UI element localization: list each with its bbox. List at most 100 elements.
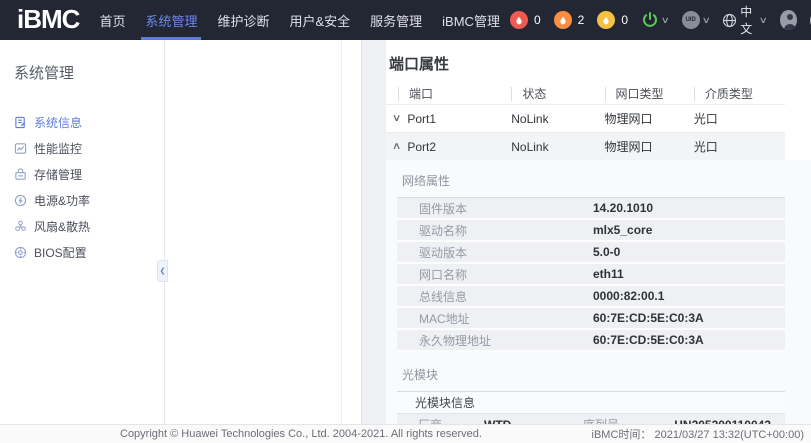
port-table-header: 端口 状态 网口类型 介质类型 [386, 83, 785, 104]
globe-icon [722, 13, 737, 28]
table-row: 网口名称 eth11 [397, 264, 785, 286]
chevron-up-icon[interactable]: ∧ [386, 141, 411, 152]
minor-alarm-count: 0 [621, 13, 628, 27]
port-type: 物理网口 [604, 138, 693, 155]
document-icon [14, 116, 27, 129]
port-status: NoLink [511, 112, 604, 126]
nav-system-management[interactable]: 系统管理 [135, 0, 207, 40]
critical-alarm-button[interactable]: 0 [510, 11, 541, 29]
sidebar-item-bios-config[interactable]: BIOS配置 [14, 239, 164, 265]
sidebar-item-system-info[interactable]: 系统信息 [14, 109, 164, 135]
copyright-text: Copyright © Huawei Technologies Co., Ltd… [120, 428, 482, 440]
language-label: 中文 [740, 3, 757, 37]
column-header-port: 端口 [398, 87, 511, 101]
language-selector[interactable]: 中文 ∨ [722, 3, 766, 37]
detail-label: 驱动版本 [397, 244, 593, 261]
ibmc-time-label: iBMC时间： [592, 429, 652, 441]
detail-label: MAC地址 [397, 310, 593, 327]
nav-maintenance-diagnosis[interactable]: 维护诊断 [207, 0, 279, 40]
sidebar-item-power[interactable]: 电源&功率 [14, 187, 164, 213]
uid-indicator-dropdown[interactable]: UID ∨ [682, 11, 710, 29]
main-nav: 首页 系统管理 维护诊断 用户&安全 服务管理 iBMC管理 [89, 0, 510, 40]
detail-value: 0000:82:00.1 [593, 289, 664, 303]
network-properties-title: 网络属性 [402, 172, 811, 189]
minor-alarm-flame-icon [597, 11, 615, 29]
topbar-right: 0 2 0 ∨ UID ∨ [510, 3, 811, 37]
chevron-down-icon: ∨ [701, 16, 710, 25]
fan-icon [14, 220, 27, 233]
column-header-status: 状态 [511, 87, 604, 101]
avatar-head-icon [787, 14, 793, 20]
port-table: 端口 状态 网口类型 介质类型 ∨ Port1 NoLink 物理网口 光口 ∧… [386, 83, 785, 160]
detail-value: 5.0-0 [593, 245, 620, 259]
power-icon [641, 11, 659, 29]
gear-icon [14, 246, 27, 259]
port-name: Port2 [407, 140, 511, 154]
detail-label: 驱动名称 [397, 222, 593, 239]
table-row: 总线信息 0000:82:00.1 [397, 286, 785, 308]
table-row: 永久物理地址 60:7E:CD:5E:C0:3A [397, 330, 785, 352]
uid-icon: UID [682, 11, 700, 29]
media-type: 光口 [694, 110, 785, 127]
storage-icon [14, 168, 27, 181]
media-type: 光口 [694, 138, 785, 155]
sidebar-item-label: 性能监控 [34, 140, 82, 157]
nav-service-management[interactable]: 服务管理 [360, 0, 432, 40]
detail-value: 60:7E:CD:5E:C0:3A [593, 311, 704, 325]
table-row-port1[interactable]: ∨ Port1 NoLink 物理网口 光口 [386, 104, 785, 132]
port-type: 物理网口 [604, 110, 693, 127]
panel-divider [341, 40, 342, 424]
detail-value: 60:7E:CD:5E:C0:3A [593, 333, 704, 347]
chevron-down-icon: ∨ [661, 16, 670, 25]
ibmc-logo: iBMC [0, 4, 89, 37]
sidebar-item-label: 存储管理 [34, 166, 82, 183]
nav-home[interactable]: 首页 [89, 0, 135, 40]
chevron-left-icon: ❮ [160, 267, 166, 275]
detail-label: 序列号 [583, 416, 671, 424]
sidebar-collapse-button[interactable]: ❮ [157, 260, 168, 282]
major-alarm-count: 2 [578, 13, 585, 27]
sidebar-item-label: 风扇&散热 [34, 218, 90, 235]
detail-label: 永久物理地址 [397, 332, 593, 349]
ibmc-time-value: 2021/03/27 13:32(UTC+00:00) [654, 429, 804, 441]
sidebar-title: 系统管理 [14, 62, 164, 83]
content-left-panel [165, 40, 362, 424]
sidebar-item-storage-management[interactable]: 存储管理 [14, 161, 164, 187]
sidebar-item-performance-monitor[interactable]: 性能监控 [14, 135, 164, 161]
port-properties-panel: 端口属性 端口 状态 网口类型 介质类型 ∨ Port1 NoLink 物理网口… [386, 40, 811, 424]
nav-user-security[interactable]: 用户&安全 [279, 0, 360, 40]
chevron-down-icon: ∨ [759, 16, 768, 25]
avatar-bust-icon [784, 24, 796, 30]
table-row-port2[interactable]: ∧ Port2 NoLink 物理网口 光口 [386, 132, 785, 160]
topbar: iBMC 首页 系统管理 维护诊断 用户&安全 服务管理 iBMC管理 0 2 … [0, 0, 811, 40]
minor-alarm-button[interactable]: 0 [597, 11, 628, 29]
table-row: 驱动名称 mlx5_core [397, 220, 785, 242]
column-header-port-type: 网口类型 [605, 87, 694, 101]
optical-module-title: 光模块 [402, 366, 811, 383]
nav-ibmc-management[interactable]: iBMC管理 [432, 0, 510, 40]
detail-value: 14.20.1010 [593, 201, 653, 215]
detail-label: 固件版本 [397, 200, 593, 217]
detail-value: eth11 [593, 267, 624, 281]
chevron-down-icon[interactable]: ∨ [386, 113, 411, 124]
table-row: MAC地址 60:7E:CD:5E:C0:3A [397, 308, 785, 330]
detail-label: 网口名称 [397, 266, 593, 283]
power-control-dropdown[interactable]: ∨ [641, 11, 669, 29]
sidebar-item-label: BIOS配置 [34, 244, 87, 261]
major-alarm-button[interactable]: 2 [554, 11, 585, 29]
column-header-media-type: 介质类型 [694, 87, 785, 101]
table-row: 厂商 WTD 序列号 HN205200110043 [397, 414, 785, 424]
page-title: 端口属性 [389, 53, 811, 74]
power-circle-icon [14, 194, 27, 207]
network-properties-table: 固件版本 14.20.1010 驱动名称 mlx5_core 驱动版本 5.0-… [397, 197, 785, 352]
user-avatar[interactable] [780, 10, 797, 30]
line-chart-icon [14, 142, 27, 155]
sidebar-item-fan-cooling[interactable]: 风扇&散热 [14, 213, 164, 239]
table-row: 驱动版本 5.0-0 [397, 242, 785, 264]
detail-label: 厂商 [397, 416, 484, 424]
detail-value: mlx5_core [593, 223, 652, 237]
optical-module-info-header: 光模块信息 [397, 392, 785, 414]
port-name: Port1 [407, 112, 511, 126]
port-status: NoLink [511, 140, 604, 154]
critical-alarm-count: 0 [534, 13, 541, 27]
